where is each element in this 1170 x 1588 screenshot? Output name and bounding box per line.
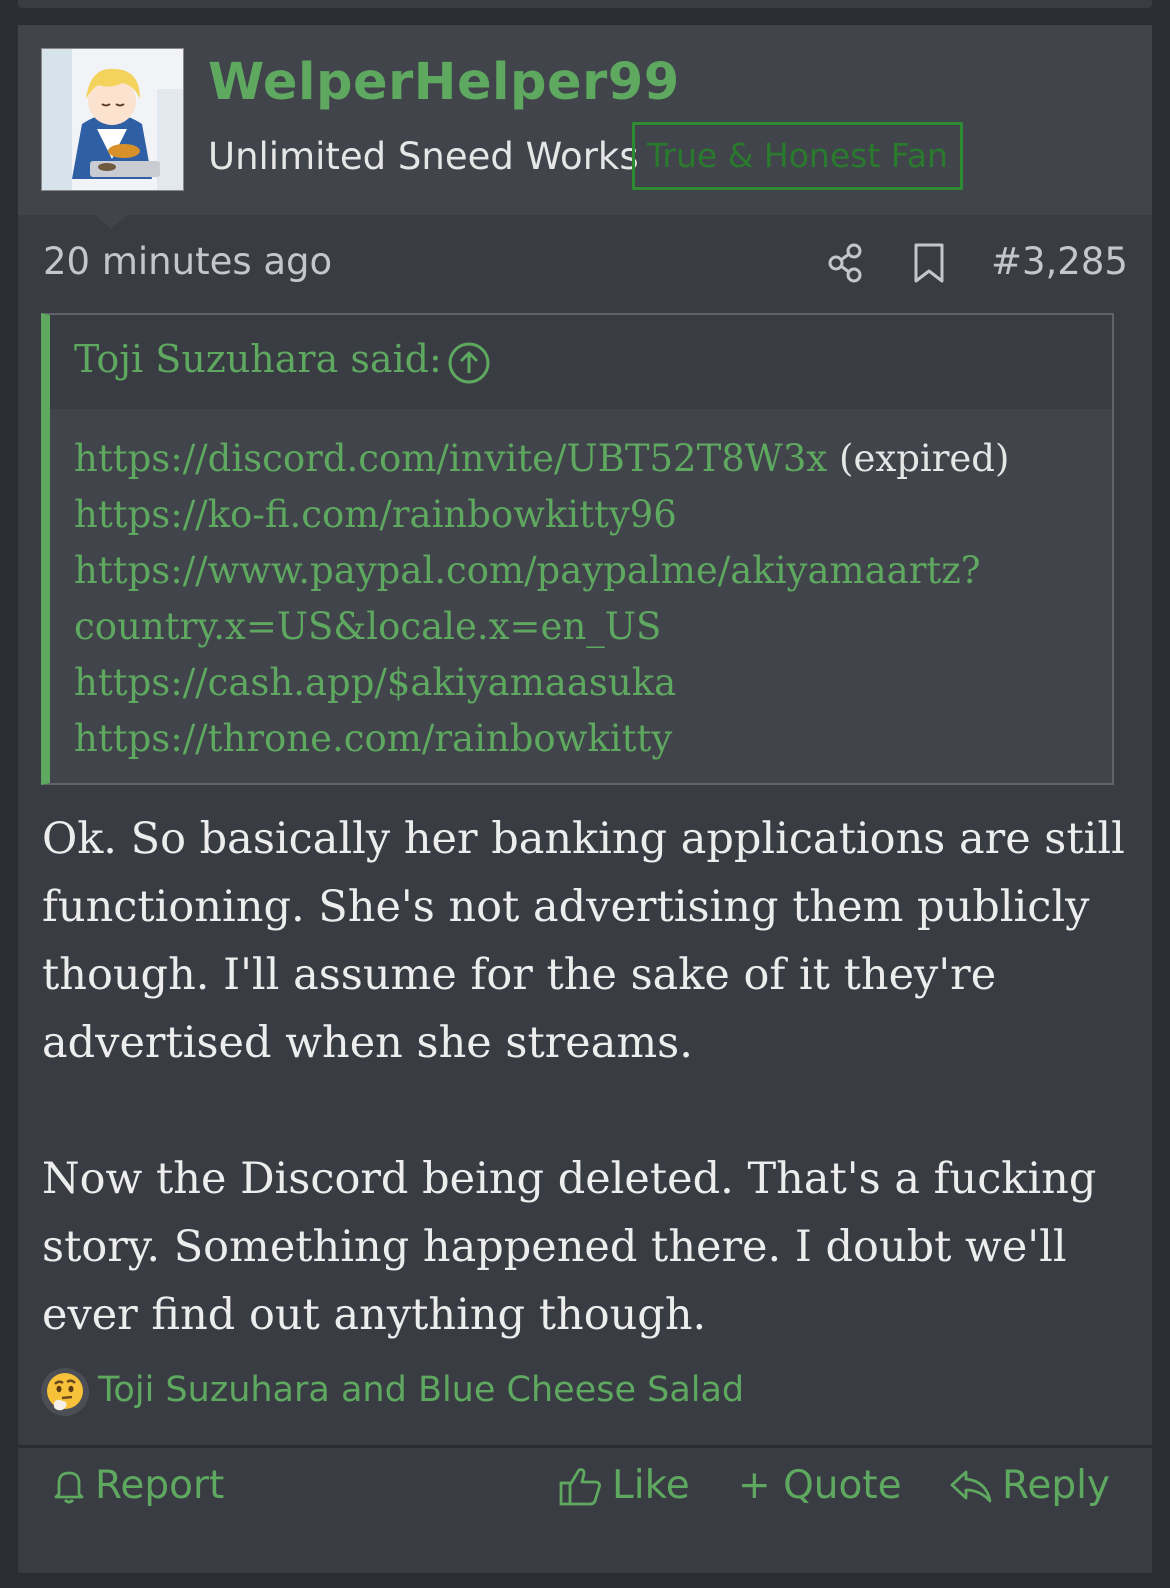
report-label: Report: [95, 1463, 225, 1508]
user-banner: True & Honest Fan: [632, 122, 963, 190]
post-body: Ok. So basically her banking application…: [42, 805, 1132, 1349]
quote-line: https://discord.com/invite/UBT52T8W3x (e…: [74, 431, 1009, 487]
quote-line: https://cash.app/$akiyamaasuka: [74, 655, 1009, 711]
thumbs-up-icon: [559, 1467, 601, 1505]
quote-content: https://discord.com/invite/UBT52T8W3x (e…: [74, 431, 1009, 767]
reaction-names[interactable]: Toji Suzuhara and Blue Cheese Salad: [98, 1370, 744, 1410]
post-paragraph: Ok. So basically her banking application…: [42, 814, 1125, 1068]
quote-line: country.x=US&locale.x=en_US: [74, 599, 1009, 655]
like-label: Like: [612, 1463, 690, 1508]
quote-block: Toji Suzuhara said: https://discord.com/…: [41, 313, 1114, 785]
quote-label: + Quote: [738, 1463, 902, 1508]
quote-link[interactable]: https://ko-fi.com/rainbowkitty96: [74, 493, 677, 536]
post-paragraph: Now the Discord being deleted. That's a …: [42, 1154, 1097, 1340]
user-title: Unlimited Sneed Works: [208, 135, 639, 178]
report-button[interactable]: Report: [51, 1463, 224, 1508]
reply-button[interactable]: Reply: [948, 1463, 1110, 1508]
bell-icon: [54, 1471, 84, 1503]
quote-link[interactable]: https://throne.com/rainbowkitty: [74, 717, 672, 760]
quote-link[interactable]: https://cash.app/$akiyamaasuka: [74, 661, 676, 704]
forum-post: WelperHelper99 Unlimited Sneed Works Tru…: [18, 25, 1152, 1573]
reply-label: Reply: [1002, 1463, 1111, 1508]
share-icon[interactable]: [826, 241, 866, 285]
quote-button[interactable]: + Quote: [738, 1463, 902, 1508]
action-divider: [18, 1445, 1152, 1448]
quote-link[interactable]: https://www.paypal.com/paypalme/akiyamaa…: [74, 549, 981, 592]
previous-post-edge: [18, 0, 1152, 8]
quote-line: https://ko-fi.com/rainbowkitty96: [74, 487, 1009, 543]
quote-link[interactable]: country.x=US&locale.x=en_US: [74, 605, 661, 648]
username[interactable]: WelperHelper99: [208, 53, 680, 112]
jump-to-quote-icon[interactable]: [447, 341, 491, 385]
post-user-header: WelperHelper99 Unlimited Sneed Works Tru…: [18, 25, 1152, 215]
quote-line: https://www.paypal.com/paypalme/akiyamaa…: [74, 543, 1009, 599]
post-timestamp[interactable]: 20 minutes ago: [43, 240, 332, 283]
post-number-link[interactable]: #3,285: [991, 240, 1128, 283]
reply-arrow-icon: [950, 1470, 992, 1502]
thinking-face-icon[interactable]: [40, 1367, 90, 1417]
user-avatar[interactable]: [41, 48, 184, 191]
quote-line-suffix: (expired): [827, 437, 1010, 480]
user-header-pointer: [95, 215, 127, 229]
like-button[interactable]: Like: [558, 1463, 690, 1508]
quote-link[interactable]: https://discord.com/invite/UBT52T8W3x: [74, 437, 827, 480]
quote-header: Toji Suzuhara said:: [50, 315, 1112, 409]
quote-author[interactable]: Toji Suzuhara said:: [74, 337, 442, 381]
bookmark-icon[interactable]: [911, 241, 947, 285]
quote-line: https://throne.com/rainbowkitty: [74, 711, 1009, 767]
